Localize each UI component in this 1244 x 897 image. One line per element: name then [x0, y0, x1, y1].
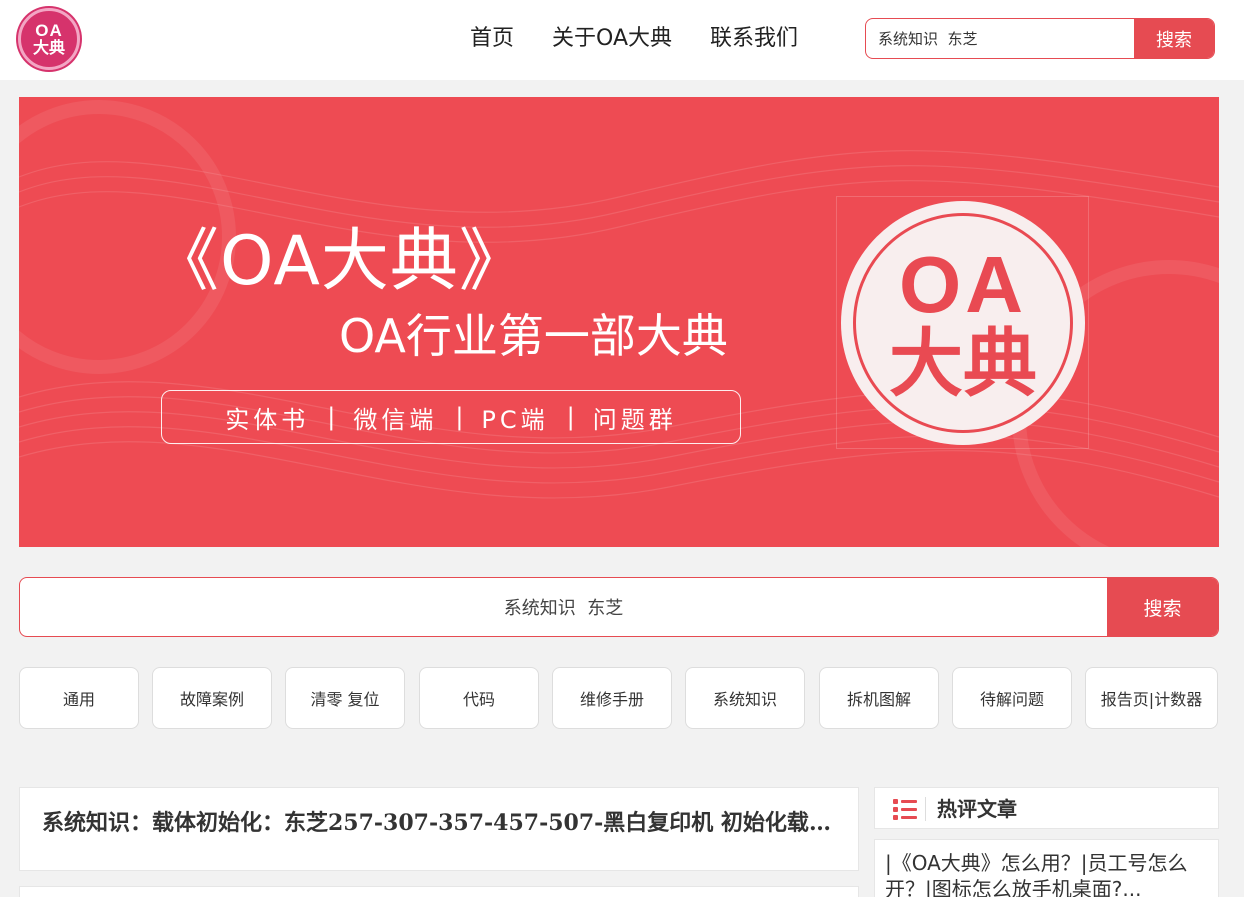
- banner-seal-logo: OA 大典: [841, 201, 1085, 445]
- logo-text-dadian: 大典: [32, 38, 65, 57]
- logo-text-oa: OA: [35, 21, 63, 40]
- nav-contact[interactable]: 联系我们: [710, 24, 798, 54]
- hot-comment-link[interactable]: |《OA大典》怎么用？|员工号怎么开？|图标怎么放手机桌面?...: [885, 850, 1205, 897]
- header-search-button[interactable]: 搜索: [1134, 19, 1214, 58]
- banner-link-wechat[interactable]: 微信端: [353, 400, 437, 435]
- header-search: 搜索: [865, 18, 1215, 59]
- category-codes[interactable]: 代码: [419, 667, 539, 729]
- category-open-questions[interactable]: 待解问题: [952, 667, 1072, 729]
- banner-separator: |: [566, 403, 575, 431]
- banner-separator: |: [327, 403, 336, 431]
- banner-separator: |: [455, 403, 464, 431]
- banner-link-group[interactable]: 问题群: [593, 400, 677, 435]
- category-reset[interactable]: 清零 复位: [285, 667, 405, 729]
- banner-title: 《OA大典》: [151, 222, 528, 301]
- list-icon: [893, 799, 917, 820]
- main-search: 搜索: [19, 577, 1219, 637]
- banner-subtitle: OA行业第一部大典: [339, 309, 728, 363]
- article-title[interactable]: 系统知识：载体初始化：东芝257-307-357-457-507-黑白复印机 初…: [42, 808, 842, 838]
- nav-about[interactable]: 关于OA大典: [552, 24, 672, 54]
- banner-link-pc[interactable]: PC端: [481, 400, 548, 435]
- hero-banner[interactable]: 《OA大典》 OA行业第一部大典 实体书 | 微信端 | PC端 | 问题群 O…: [19, 97, 1219, 547]
- category-disassembly[interactable]: 拆机图解: [819, 667, 939, 729]
- header-search-input[interactable]: [866, 19, 1134, 58]
- site-logo[interactable]: OA 大典: [18, 8, 80, 70]
- main-search-button[interactable]: 搜索: [1107, 578, 1218, 636]
- main-nav: 首页 关于OA大典 联系我们: [470, 24, 836, 54]
- hot-comments-header: 热评文章: [874, 787, 1219, 829]
- category-general[interactable]: 通用: [19, 667, 139, 729]
- seal-text-oa: OA: [899, 240, 1027, 329]
- category-report-counter[interactable]: 报告页|计数器: [1085, 667, 1218, 729]
- article-card-next: [19, 886, 859, 897]
- banner-link-book[interactable]: 实体书: [225, 400, 309, 435]
- seal-text-dadian: 大典: [889, 321, 1037, 407]
- category-bar: 通用 故障案例 清零 复位 代码 维修手册 系统知识 拆机图解 待解问题 报告页…: [19, 667, 1219, 729]
- site-header: OA 大典 首页 关于OA大典 联系我们 搜索: [0, 0, 1244, 80]
- article-card[interactable]: 系统知识：载体初始化：东芝257-307-357-457-507-黑白复印机 初…: [19, 787, 859, 871]
- hot-comments-title: 热评文章: [937, 797, 1017, 821]
- main-search-input[interactable]: [20, 578, 1107, 636]
- header-divider: [925, 797, 926, 821]
- banner-links: 实体书 | 微信端 | PC端 | 问题群: [161, 390, 741, 444]
- nav-home[interactable]: 首页: [470, 24, 514, 54]
- category-fault-cases[interactable]: 故障案例: [152, 667, 272, 729]
- hot-comment-item[interactable]: |《OA大典》怎么用？|员工号怎么开？|图标怎么放手机桌面?...: [874, 839, 1219, 897]
- category-service-manual[interactable]: 维修手册: [552, 667, 672, 729]
- category-system-knowledge[interactable]: 系统知识: [685, 667, 805, 729]
